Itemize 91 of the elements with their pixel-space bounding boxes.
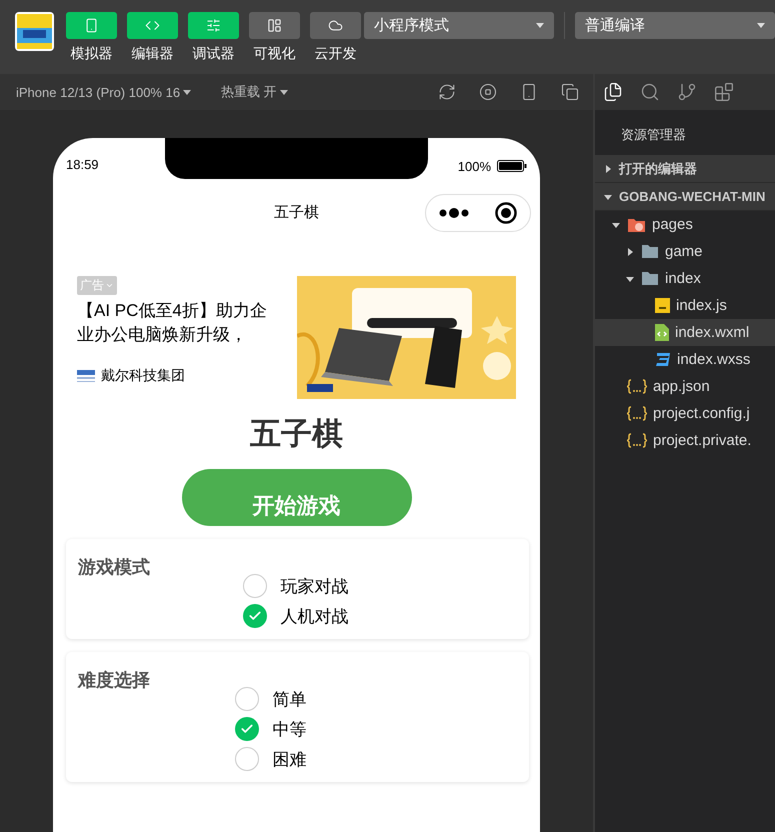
ad-text: 【AI PC低至4折】助力企业办公电脑焕新升级， (77, 300, 268, 346)
collapsed-arrow-icon[interactable] (603, 164, 613, 172)
expanded-arrow-icon[interactable] (603, 192, 613, 200)
panel-title: 资源管理器 (620, 126, 687, 144)
file-name: project.private. (653, 432, 752, 449)
file-name: index.wxml (675, 324, 750, 341)
code-file-icon (655, 324, 669, 341)
search-icon[interactable] (640, 82, 660, 102)
windows-icon[interactable] (561, 83, 579, 101)
status-time: 18:59 (66, 156, 99, 172)
file-tree-item[interactable]: app.json (595, 373, 775, 400)
check-icon (240, 722, 254, 736)
toolbar-label: 可视化 (254, 45, 296, 63)
toolbar-label: 调试器 (192, 45, 234, 63)
sliders-icon (206, 18, 221, 33)
capsule-menu[interactable] (425, 194, 531, 232)
files-icon[interactable] (603, 82, 623, 102)
battery-percent: 100% (458, 158, 491, 174)
page-title: 五子棋 (274, 202, 319, 222)
more-icon[interactable] (439, 208, 469, 218)
close-icon[interactable] (495, 202, 517, 224)
check-icon (248, 609, 262, 623)
compile-select[interactable]: 普通编译 (575, 12, 775, 39)
js-file-icon (655, 298, 670, 313)
section-header[interactable]: 打开的编辑器 (595, 155, 775, 183)
caret-icon (280, 90, 288, 94)
radio-button[interactable] (234, 717, 258, 741)
section-label: GOBANG-WECHAT-MIN (619, 189, 766, 204)
stop-icon[interactable] (479, 83, 497, 101)
file-name: index.js (676, 297, 727, 314)
radio-button[interactable] (234, 747, 258, 771)
file-tree-item[interactable]: index.wxml (595, 319, 775, 346)
file-name: pages (652, 216, 693, 233)
folder-icon (641, 244, 659, 259)
expanded-arrow-icon[interactable] (611, 220, 621, 228)
caret-icon (757, 23, 765, 28)
file-name: project.config.j (653, 405, 750, 422)
file-tree-item[interactable]: project.config.j (595, 400, 775, 427)
card-title: 游戏模式 (78, 556, 151, 579)
toolbar-label: 云开发 (314, 45, 356, 63)
battery-icon (497, 160, 527, 172)
cloud-icon (328, 18, 343, 33)
collapsed-arrow-icon[interactable] (625, 248, 635, 256)
json-file-icon (627, 406, 647, 421)
json-file-icon (627, 379, 647, 394)
option-label: 困难 (272, 748, 308, 770)
blocks-icon[interactable] (714, 82, 734, 102)
brand-name: 戴尔科技集团 (101, 367, 185, 385)
layout-icon (267, 18, 282, 33)
phone-icon[interactable] (520, 83, 538, 101)
app-logo-icon (15, 12, 54, 51)
toolbar-button[interactable] (310, 12, 361, 39)
file-name: game (665, 243, 703, 260)
option-label: 玩家对战 (280, 576, 350, 598)
device-select[interactable]: iPhone 12/13 (Pro) 100% 16 (16, 84, 192, 100)
radio-button[interactable] (234, 687, 258, 711)
expanded-arrow-icon[interactable] (625, 274, 635, 282)
json-file-icon (627, 433, 647, 448)
file-tree-item[interactable]: project.private. (595, 427, 775, 454)
file-tree-item[interactable]: game (595, 238, 775, 265)
option-label: 人机对战 (280, 606, 350, 628)
folder-icon (627, 216, 646, 232)
radio-button[interactable] (242, 574, 266, 598)
caret-icon (536, 23, 544, 28)
phone-icon (84, 18, 99, 33)
refresh-icon[interactable] (438, 83, 456, 101)
branch-icon[interactable] (677, 82, 697, 102)
radio-button[interactable] (242, 604, 266, 628)
card-title: 难度选择 (78, 669, 151, 692)
toolbar-label: 模拟器 (70, 45, 112, 63)
file-name: index.wxss (677, 351, 750, 368)
option-label: 中等 (272, 718, 308, 740)
chevron-icon (105, 281, 114, 290)
game-title: 五子棋 (249, 415, 344, 453)
folder-icon (641, 271, 659, 286)
file-tree-item[interactable]: index (595, 265, 775, 292)
file-tree-item[interactable]: pages (595, 211, 775, 238)
file-tree-item[interactable]: index.wxss (595, 346, 775, 373)
brand-logo-icon (77, 369, 95, 383)
toolbar-button[interactable] (249, 12, 300, 39)
option-label: 简单 (272, 688, 308, 710)
section-label: 打开的编辑器 (619, 160, 697, 178)
section-header[interactable]: GOBANG-WECHAT-MIN (595, 183, 775, 211)
caret-icon (183, 90, 192, 94)
mode-select[interactable]: 小程序模式 (364, 12, 554, 39)
file-name: app.json (653, 378, 710, 395)
file-name: index (665, 270, 701, 287)
hot-reload-toggle[interactable]: 热重载 开 (221, 83, 288, 101)
file-tree-item[interactable]: index.js (595, 292, 775, 319)
css-file-icon (655, 352, 671, 367)
toolbar-label: 编辑器 (132, 45, 174, 63)
